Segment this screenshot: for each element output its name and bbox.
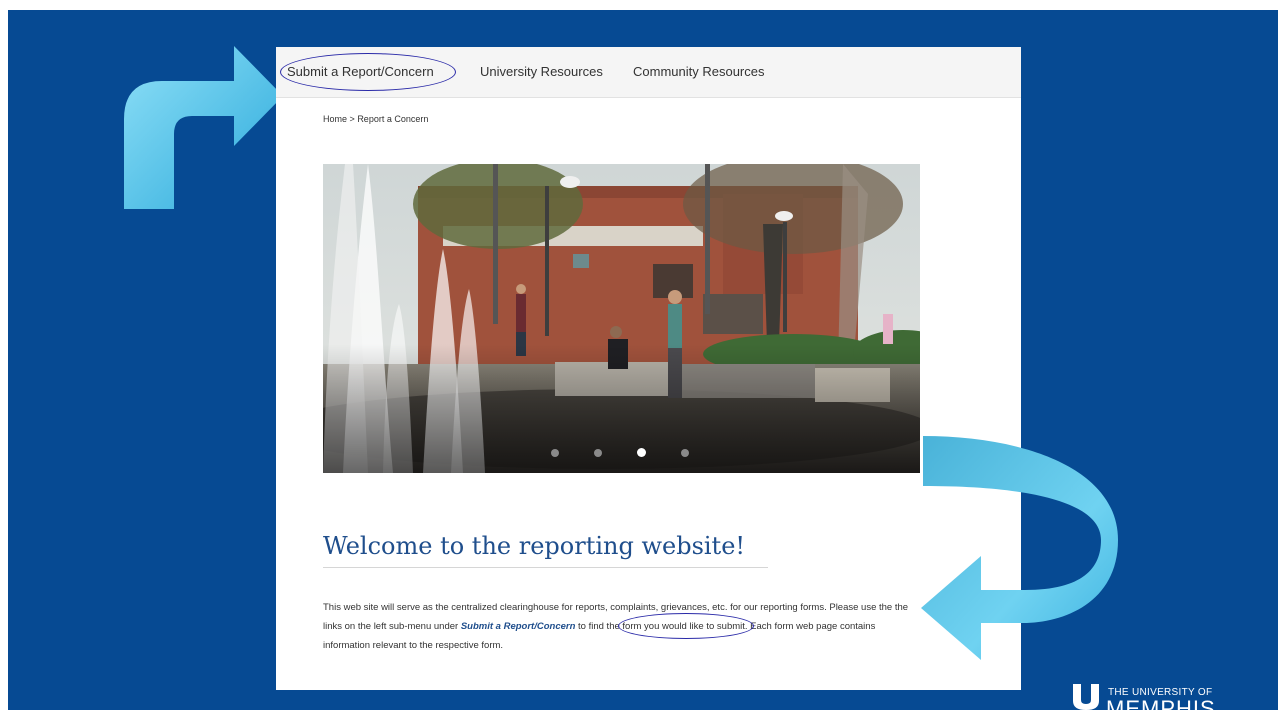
slide-background: Submit a Report/Concern University Resou… [8,10,1278,710]
annotation-circle-link [618,613,754,639]
breadcrumb-home[interactable]: Home [323,114,347,124]
nav-university-resources[interactable]: University Resources [480,64,603,79]
nav-community-resources[interactable]: Community Resources [633,64,765,79]
logo-text-line2: MEMPHIS. [1106,696,1223,710]
page-title: Welcome to the reporting website! [323,532,746,560]
top-navigation: Submit a Report/Concern University Resou… [276,47,1021,98]
breadcrumb-separator: > [349,114,355,124]
carousel-indicators [323,447,920,459]
curved-arrow-up-right-icon [124,46,283,209]
carousel-dot[interactable] [681,449,689,457]
curved-arrow-left-icon [921,436,1118,660]
hero-carousel[interactable] [323,164,920,473]
university-logo-icon [1073,684,1099,710]
breadcrumb: Home > Report a Concern [323,114,428,124]
carousel-dot[interactable] [594,449,602,457]
webpage-screenshot: Submit a Report/Concern University Resou… [276,47,1021,690]
carousel-dot-active[interactable] [637,448,646,457]
campus-fountain-photo [323,164,920,473]
title-divider [323,567,768,568]
submit-report-link[interactable]: Submit a Report/Concern [461,621,576,632]
annotation-circle-nav [280,53,456,91]
breadcrumb-current: Report a Concern [357,114,429,124]
carousel-dot[interactable] [551,449,559,457]
